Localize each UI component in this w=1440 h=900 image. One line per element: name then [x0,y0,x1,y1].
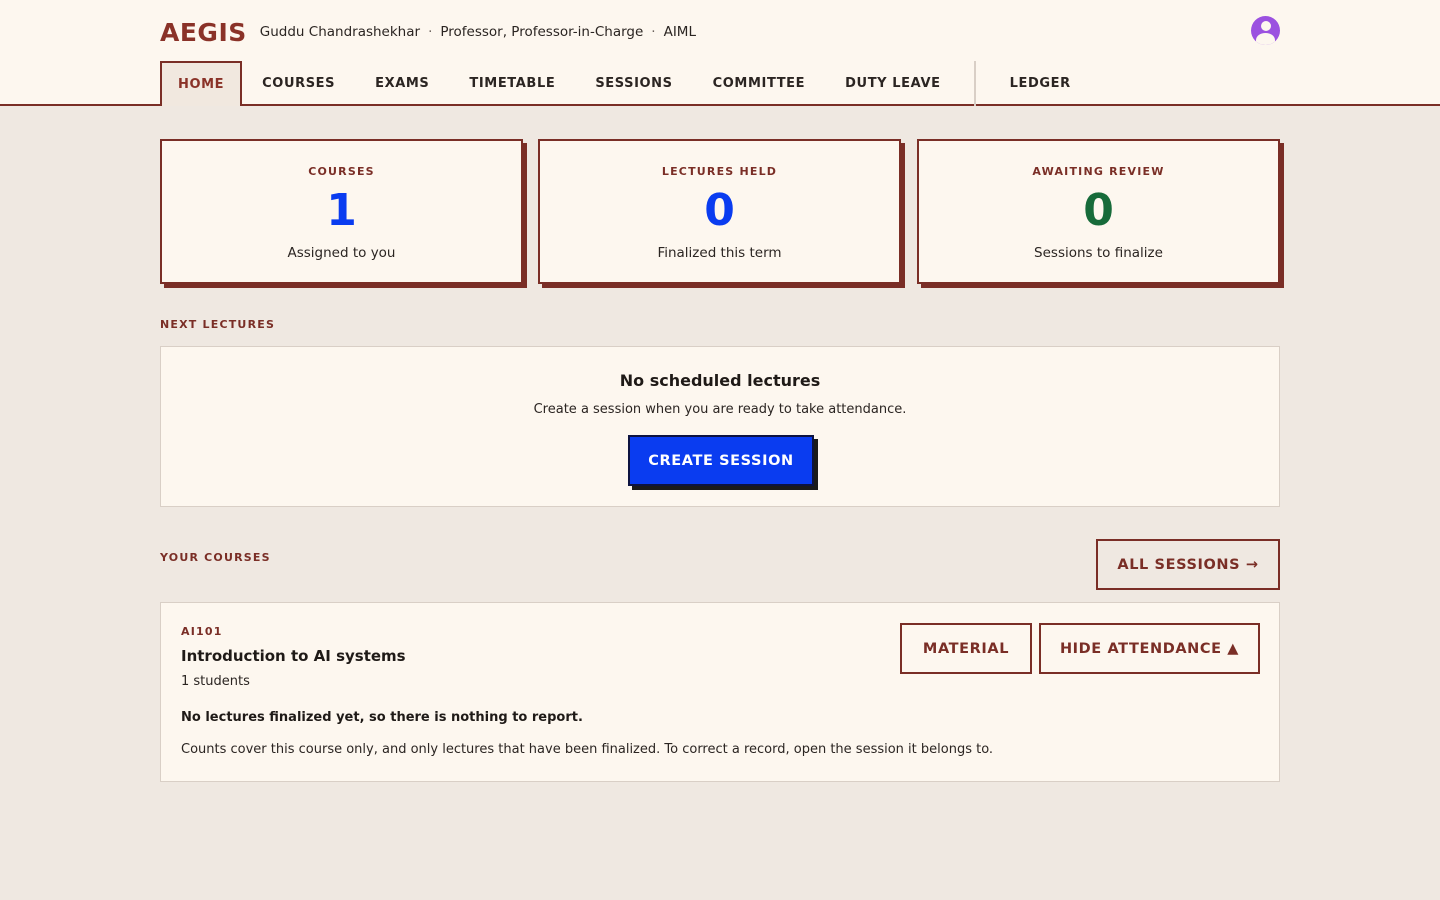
stat-value: 1 [326,185,357,236]
section-heading-next-lectures: NEXT LECTURES [160,318,276,331]
course-title: Introduction to AI systems [181,647,406,665]
user-department: AIML [663,24,696,40]
stat-card-awaiting-review: AWAITING REVIEW 0 Sessions to finalize [917,139,1280,284]
hide-attendance-button[interactable]: HIDE ATTENDANCE ▲ [1039,623,1260,674]
header-identity: AEGIS Guddu Chandrashekhar · Professor, … [160,14,696,50]
stat-value: 0 [704,185,735,236]
stat-label: COURSES [308,165,375,178]
stat-card-lectures-held: LECTURES HELD 0 Finalized this term [538,139,901,284]
brand-logo[interactable]: AEGIS [160,18,247,47]
user-avatar-icon[interactable] [1251,16,1280,45]
all-sessions-button[interactable]: ALL SESSIONS → [1096,539,1280,590]
separator: · [651,24,656,40]
course-student-count: 1 students [181,674,250,689]
nav-divider [973,61,976,106]
create-session-button[interactable]: CREATE SESSION [628,435,814,486]
next-lectures-panel: No scheduled lectures Create a session w… [160,346,1280,507]
attendance-report-note: Counts cover this course only, and only … [181,742,994,757]
stat-subtitle: Sessions to finalize [1034,245,1163,261]
course-code: AI101 [181,625,223,638]
nav-tab-committee[interactable]: COMMITTEE [693,61,826,106]
stat-subtitle: Finalized this term [657,245,782,261]
main-nav: HOME COURSES EXAMS TIMETABLE SESSIONS CO… [160,61,1091,106]
stat-label: AWAITING REVIEW [1032,165,1165,178]
nav-tab-exams[interactable]: EXAMS [355,61,449,106]
stat-value: 0 [1083,185,1114,236]
course-card: AI101 Introduction to AI systems 1 stude… [160,602,1280,782]
user-name: Guddu Chandrashekhar [259,24,421,40]
stat-card-courses: COURSES 1 Assigned to you [160,139,523,284]
nav-tab-courses[interactable]: COURSES [242,61,355,106]
top-bar: AEGIS Guddu Chandrashekhar · Professor, … [0,0,1440,106]
separator: · [428,24,433,40]
user-role: Professor, Professor-in-Charge [440,24,644,40]
nav-tab-duty-leave[interactable]: DUTY LEAVE [825,61,960,106]
nav-tab-timetable[interactable]: TIMETABLE [449,61,575,106]
attendance-report-status: No lectures finalized yet, so there is n… [181,710,583,725]
empty-state-subtitle: Create a session when you are ready to t… [533,402,907,417]
nav-tab-sessions[interactable]: SESSIONS [575,61,692,106]
nav-tab-home[interactable]: HOME [160,61,243,106]
stat-label: LECTURES HELD [661,165,778,178]
nav-tab-ledger[interactable]: LEDGER [990,61,1091,106]
section-heading-your-courses: YOUR COURSES [160,551,271,564]
avatar-body [1256,33,1275,45]
material-button[interactable]: MATERIAL [900,623,1032,674]
avatar-head [1260,21,1271,31]
stat-subtitle: Assigned to you [287,245,396,261]
empty-state-title: No scheduled lectures [619,371,821,390]
